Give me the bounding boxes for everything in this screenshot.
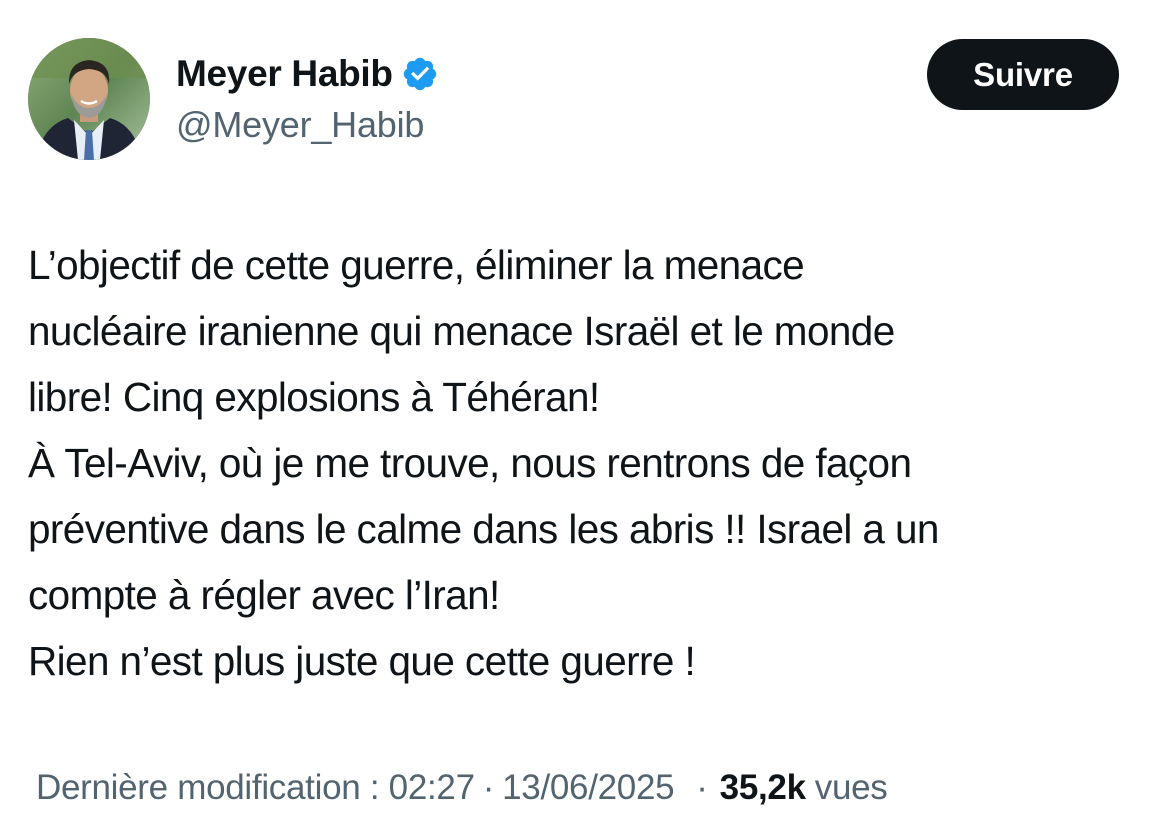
author-avatar[interactable] bbox=[28, 38, 150, 160]
tweet-meta: Dernière modification : 02:27 · 13/06/20… bbox=[36, 768, 888, 808]
views-label: vues bbox=[814, 768, 888, 807]
author-info: Meyer Habib @Meyer_Habib bbox=[176, 52, 439, 146]
tweet-text-line: préventive dans le calme dans les abris … bbox=[28, 506, 939, 552]
tweet-date[interactable]: 13/06/2025 bbox=[502, 768, 674, 808]
tweet-text: L’objectif de cette guerre, éliminer la … bbox=[28, 232, 1148, 694]
follow-button[interactable]: Suivre bbox=[927, 39, 1119, 110]
meta-separator: · bbox=[482, 768, 495, 807]
tweet-text-line: Rien n’est plus juste que cette guerre ! bbox=[28, 638, 696, 684]
tweet-text-line: compte à régler avec l’Iran! bbox=[28, 572, 500, 618]
author-display-name[interactable]: Meyer Habib bbox=[176, 53, 393, 95]
tweet-text-line: À Tel-Aviv, où je me trouve, nous rentro… bbox=[28, 440, 912, 486]
edited-timestamp[interactable]: Dernière modification : 02:27 bbox=[36, 768, 475, 808]
tweet-text-line: libre! Cinq explosions à Téhéran! bbox=[28, 374, 600, 420]
tweet-text-line: L’objectif de cette guerre, éliminer la … bbox=[28, 242, 805, 288]
author-name-row: Meyer Habib bbox=[176, 52, 439, 96]
meta-separator: · bbox=[696, 768, 708, 807]
verified-badge-icon[interactable] bbox=[401, 55, 439, 93]
avatar-photo bbox=[28, 38, 150, 160]
author-handle[interactable]: @Meyer_Habib bbox=[176, 104, 439, 146]
views-count: 35,2k bbox=[719, 768, 806, 807]
tweet-card: Meyer Habib @Meyer_Habib Suivre L’object… bbox=[0, 0, 1170, 834]
tweet-text-line: nucléaire iranienne qui menace Israël et… bbox=[28, 308, 895, 354]
